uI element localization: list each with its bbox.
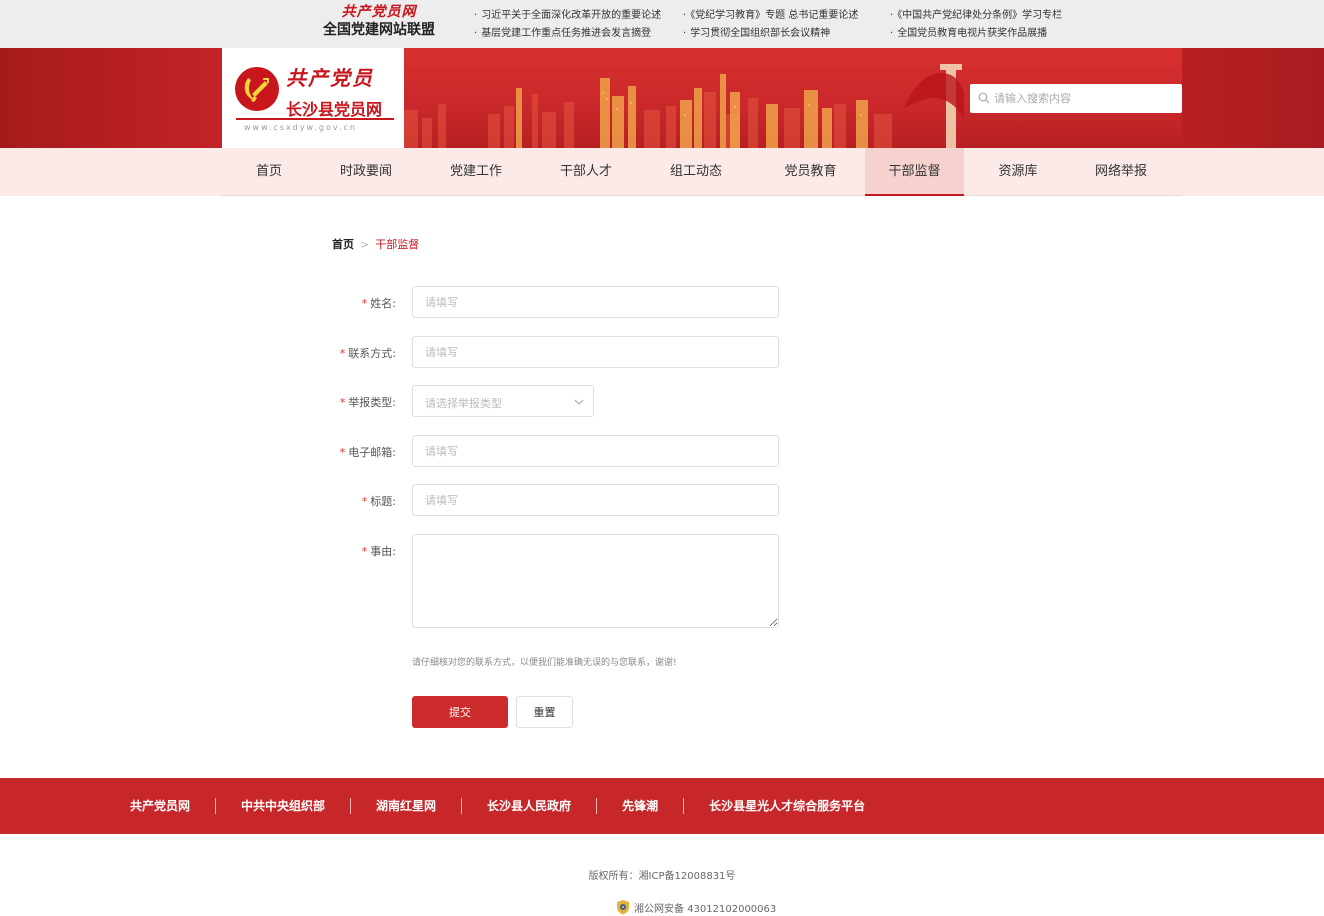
footer-link[interactable]: 先锋潮 <box>597 798 683 814</box>
top-link[interactable]: 学习贯彻全国组织部长会议精神 <box>683 27 830 41</box>
email-label-text: 电子邮箱: <box>348 446 396 459</box>
nav-item-party-building[interactable]: 党建工作 <box>416 148 536 196</box>
name-field[interactable] <box>412 286 779 318</box>
email-label: * 电子邮箱: <box>316 444 396 460</box>
nav-item-talent[interactable]: 干部人才 <box>536 148 636 196</box>
breadcrumb-current: 干部监督 <box>375 238 420 251</box>
party-emblem-icon <box>235 67 279 111</box>
nav-item-education[interactable]: 党员教育 <box>756 148 865 196</box>
alliance-logo[interactable]: 共产党员网 全国党建网站联盟 <box>318 4 440 40</box>
footer-link[interactable]: 中共中央组织部 <box>216 798 350 814</box>
top-link[interactable]: 基层党建工作重点任务推进会发言摘登 <box>474 27 651 41</box>
alliance-name: 全国党建网站联盟 <box>323 22 435 38</box>
name-label: * 姓名: <box>316 295 396 311</box>
nav-item-news[interactable]: 时政要闻 <box>316 148 416 196</box>
contact-field[interactable] <box>412 336 779 368</box>
report-type-label-text: 举报类型: <box>348 396 396 409</box>
report-type-label: * 举报类型: <box>316 394 396 410</box>
nav-item-resources[interactable]: 资源库 <box>964 148 1072 196</box>
reason-label-text: 事由: <box>370 545 396 558</box>
top-link[interactable]: 习近平关于全面深化改革开放的重要论述 <box>474 9 661 23</box>
search-input[interactable] <box>994 84 1178 113</box>
public-security-record-text: 湘公网安备 43012102000063 <box>634 903 777 915</box>
required-mark: * <box>339 446 346 459</box>
alliance-bar: 共产党员网 全国党建网站联盟 习近平关于全面深化改革开放的重要论述 《党纪学习教… <box>0 0 1324 48</box>
required-mark: * <box>339 347 346 360</box>
logo-url: www.csxdyw.gov.cn <box>244 123 357 132</box>
copyright-text[interactable]: 版权所有：湘ICP备12008831号 <box>0 867 1324 882</box>
footer-link[interactable]: 共产党员网 <box>118 798 215 814</box>
report-type-placeholder: 请选择举报类型 <box>425 397 502 410</box>
breadcrumb: 首页 > 干部监督 <box>332 236 419 252</box>
name-label-text: 姓名: <box>370 297 396 310</box>
report-type-select[interactable]: 请选择举报类型 <box>412 385 594 417</box>
chevron-down-icon <box>574 399 584 405</box>
contact-hint: 请仔细核对您的联系方式，以便我们能准确无误的与您联系，谢谢! <box>412 658 677 668</box>
breadcrumb-home[interactable]: 首页 <box>332 238 354 251</box>
search-box[interactable] <box>970 84 1182 113</box>
title-label-text: 标题: <box>370 495 396 508</box>
required-mark: * <box>361 297 368 310</box>
city-skyline-image <box>404 64 964 148</box>
reason-textarea[interactable] <box>412 534 779 628</box>
top-link[interactable]: 全国党员教育电视片获奖作品展播 <box>890 27 1047 41</box>
required-mark: * <box>339 396 346 409</box>
breadcrumb-separator-icon: > <box>360 238 370 251</box>
logo-divider <box>236 118 394 120</box>
footer-links: 共产党员网 中共中央组织部 湖南红星网 长沙县人民政府 先锋潮 长沙县星光人才综… <box>118 778 890 834</box>
required-mark: * <box>361 545 368 558</box>
footer-link[interactable]: 长沙县人民政府 <box>462 798 596 814</box>
reason-label: * 事由: <box>316 543 396 559</box>
nav-item-supervision[interactable]: 干部监督 <box>865 148 964 196</box>
reset-button[interactable]: 重置 <box>516 696 573 728</box>
nav-item-org-news[interactable]: 组工动态 <box>636 148 756 196</box>
email-field[interactable] <box>412 435 779 467</box>
police-badge-icon <box>617 900 629 915</box>
footer-links-bar: 共产党员网 中共中央组织部 湖南红星网 长沙县人民政府 先锋潮 长沙县星光人才综… <box>0 778 1324 834</box>
logo-script: 共产党员 <box>286 66 374 90</box>
required-mark: * <box>361 495 368 508</box>
footer-link[interactable]: 湖南红星网 <box>351 798 461 814</box>
title-field[interactable] <box>412 484 779 516</box>
nav-item-report[interactable]: 网络举报 <box>1072 148 1170 196</box>
logo-site-name: 长沙县党员网 <box>286 100 383 119</box>
alliance-script: 共产党员网 <box>341 4 417 20</box>
nav-item-home[interactable]: 首页 <box>222 148 316 196</box>
site-logo[interactable]: 共产党员 长沙县党员网 www.csxdyw.gov.cn <box>222 48 404 148</box>
public-security-record[interactable]: 湘公网安备 43012102000063 <box>616 899 776 915</box>
submit-button[interactable]: 提交 <box>412 696 508 728</box>
footer-link[interactable]: 长沙县星光人才综合服务平台 <box>684 798 890 814</box>
title-label: * 标题: <box>316 493 396 509</box>
top-link[interactable]: 《党纪学习教育》专题 总书记重要论述 <box>683 9 858 23</box>
contact-label-text: 联系方式: <box>348 347 396 360</box>
main-navigation: 首页 时政要闻 党建工作 干部人才 组工动态 党员教育 干部监督 资源库 网络举… <box>0 148 1324 196</box>
top-link[interactable]: 《中国共产党纪律处分条例》学习专栏 <box>890 9 1062 23</box>
contact-label: * 联系方式: <box>316 345 396 361</box>
nav-menu: 首页 时政要闻 党建工作 干部人才 组工动态 党员教育 干部监督 资源库 网络举… <box>222 148 1182 196</box>
search-icon[interactable] <box>978 92 990 104</box>
